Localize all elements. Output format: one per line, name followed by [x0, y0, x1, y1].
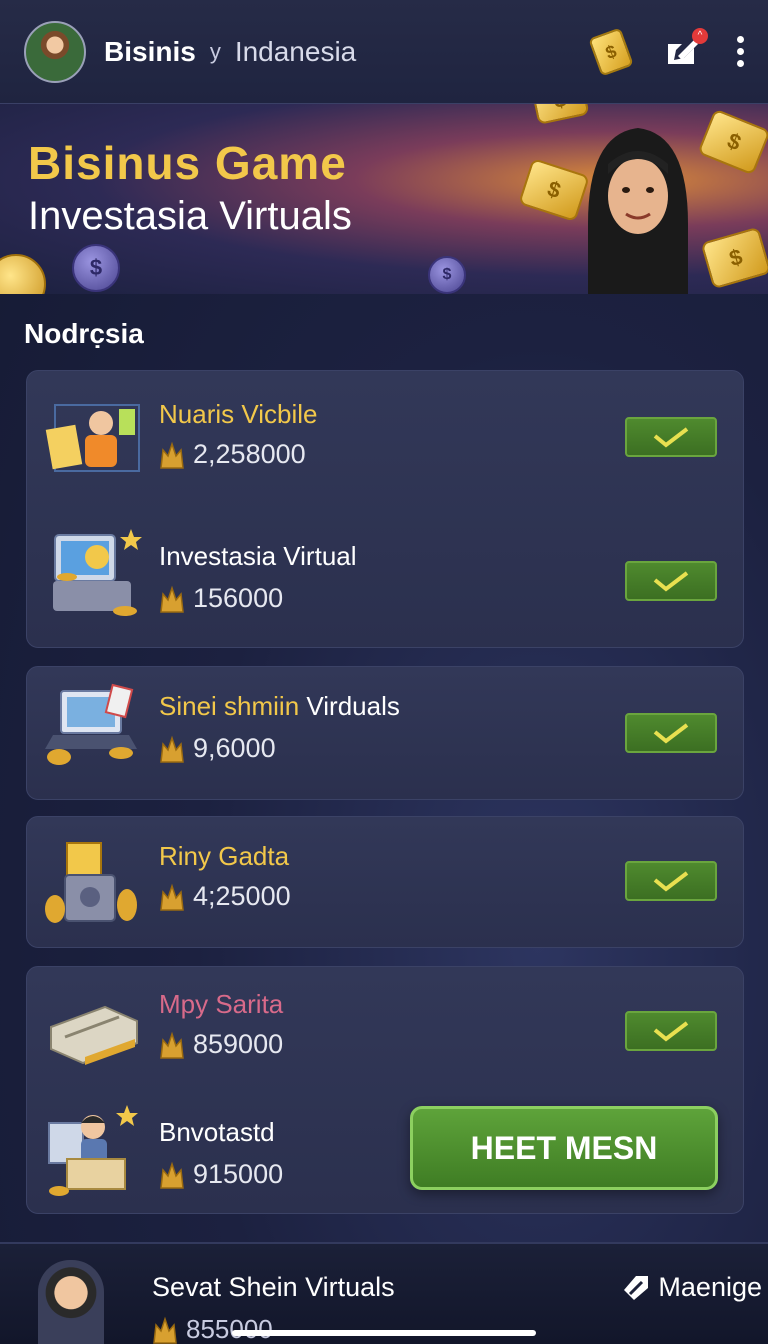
bottom-amount: 855000	[152, 1314, 273, 1344]
check-button[interactable]	[625, 561, 717, 601]
section-label: Nodrc̣sia	[24, 318, 144, 349]
notification-badge: ^	[692, 27, 708, 44]
item-title: Riny Gadta	[159, 841, 290, 871]
app-brand: Bisinis	[104, 35, 196, 67]
brand-separator: y	[209, 38, 221, 64]
coin-machine-illustration	[53, 529, 142, 616]
manage-button[interactable]: Maenige	[622, 1272, 762, 1303]
notification-icon[interactable]: ^	[664, 27, 708, 70]
bottom-bar: Sevat Shein Virtuals 855000 Maenige	[0, 1242, 768, 1344]
amount-value: 2,258000	[193, 439, 306, 469]
banner-subtitle: Investasia Virtuals	[28, 194, 352, 238]
crown-icon	[160, 883, 184, 911]
item-amount: 2,258000	[159, 439, 306, 470]
amount-value: 859000	[193, 1029, 284, 1059]
bottom-avatar[interactable]	[38, 1260, 104, 1344]
more-menu-icon[interactable]	[736, 36, 744, 67]
top-bar: Bisinis y Indanesia $ ^	[0, 0, 768, 104]
profile-avatar[interactable]	[24, 20, 86, 83]
check-icon	[653, 571, 689, 592]
check-button[interactable]	[625, 861, 717, 901]
manage-label: Maenige	[658, 1272, 762, 1302]
item-title: Mpy Sarita	[159, 989, 284, 1019]
analyst-illustration	[45, 404, 140, 472]
item-amount: 915000	[159, 1159, 283, 1190]
list-item[interactable]: Investasia Virtual 156000	[27, 517, 745, 647]
amount-value: 156000	[193, 583, 284, 613]
list-item[interactable]: Nuaris Vicbile 2,258000	[27, 375, 745, 505]
list-item[interactable]: Sinei shmiin Virduals 9,6000	[27, 667, 745, 797]
amount-value: 915000	[193, 1159, 284, 1189]
banner-title: Bisinus Game	[28, 137, 347, 189]
item-amount: 156000	[159, 583, 283, 614]
region-label[interactable]: Indanesia	[235, 36, 356, 68]
item-amount: 4;25000	[159, 881, 291, 912]
check-icon	[653, 871, 689, 892]
amount-value: 855000	[186, 1314, 273, 1344]
cta-button[interactable]: HEET MESN	[410, 1106, 718, 1190]
home-indicator[interactable]	[232, 1330, 536, 1336]
check-icon	[653, 723, 689, 744]
purple-coin-icon: $	[72, 244, 120, 292]
item-title: Bnvotastd	[159, 1117, 275, 1147]
hero-banner: $ $ $ $ $ $ Bisinus Game Investasia Virt…	[0, 104, 768, 294]
purple-coin-icon: $	[428, 256, 466, 294]
amount-value: 4;25000	[193, 881, 291, 911]
crown-icon	[160, 735, 184, 763]
check-button[interactable]	[625, 713, 717, 753]
crown-icon	[160, 1031, 184, 1059]
laptop-illustration	[45, 683, 137, 765]
list-item[interactable]: Mpy Sarita 859000	[27, 967, 745, 1097]
crown-icon	[160, 1161, 184, 1189]
presenter-illustration	[588, 128, 688, 294]
check-button[interactable]	[625, 417, 717, 457]
printer-illustration	[50, 1005, 138, 1065]
check-icon	[653, 427, 689, 448]
worker-illustration	[48, 1105, 138, 1196]
item-amount: 859000	[159, 1029, 283, 1060]
check-button[interactable]	[625, 1011, 717, 1051]
crown-icon	[160, 441, 184, 469]
safe-illustration	[45, 842, 137, 923]
item-title: Nuaris Vicbile	[159, 399, 318, 429]
check-icon	[653, 1021, 689, 1042]
investment-card: Nuaris Vicbile 2,258000 Investasia Virtu…	[26, 370, 744, 648]
bottom-title: Sevat Shein Virtuals	[152, 1272, 395, 1302]
investment-card: Riny Gadta 4;25000	[26, 816, 744, 948]
coin-icon[interactable]: $	[588, 26, 634, 77]
item-title: Investasia Virtual	[159, 541, 357, 571]
amount-value: 9,6000	[193, 733, 276, 763]
tag-icon	[624, 1275, 649, 1300]
list-item[interactable]: Riny Gadta 4;25000	[27, 817, 745, 947]
item-title: Sinei shmiin Virduals	[159, 691, 400, 721]
crown-icon	[160, 585, 184, 613]
gold-bar-icon: $	[700, 226, 768, 290]
top-icons: $ ^	[588, 26, 744, 77]
item-amount: 9,6000	[159, 733, 276, 764]
investment-card: Sinei shmiin Virduals 9,6000	[26, 666, 744, 800]
gold-coin-icon	[0, 254, 46, 294]
crown-icon	[153, 1316, 177, 1344]
